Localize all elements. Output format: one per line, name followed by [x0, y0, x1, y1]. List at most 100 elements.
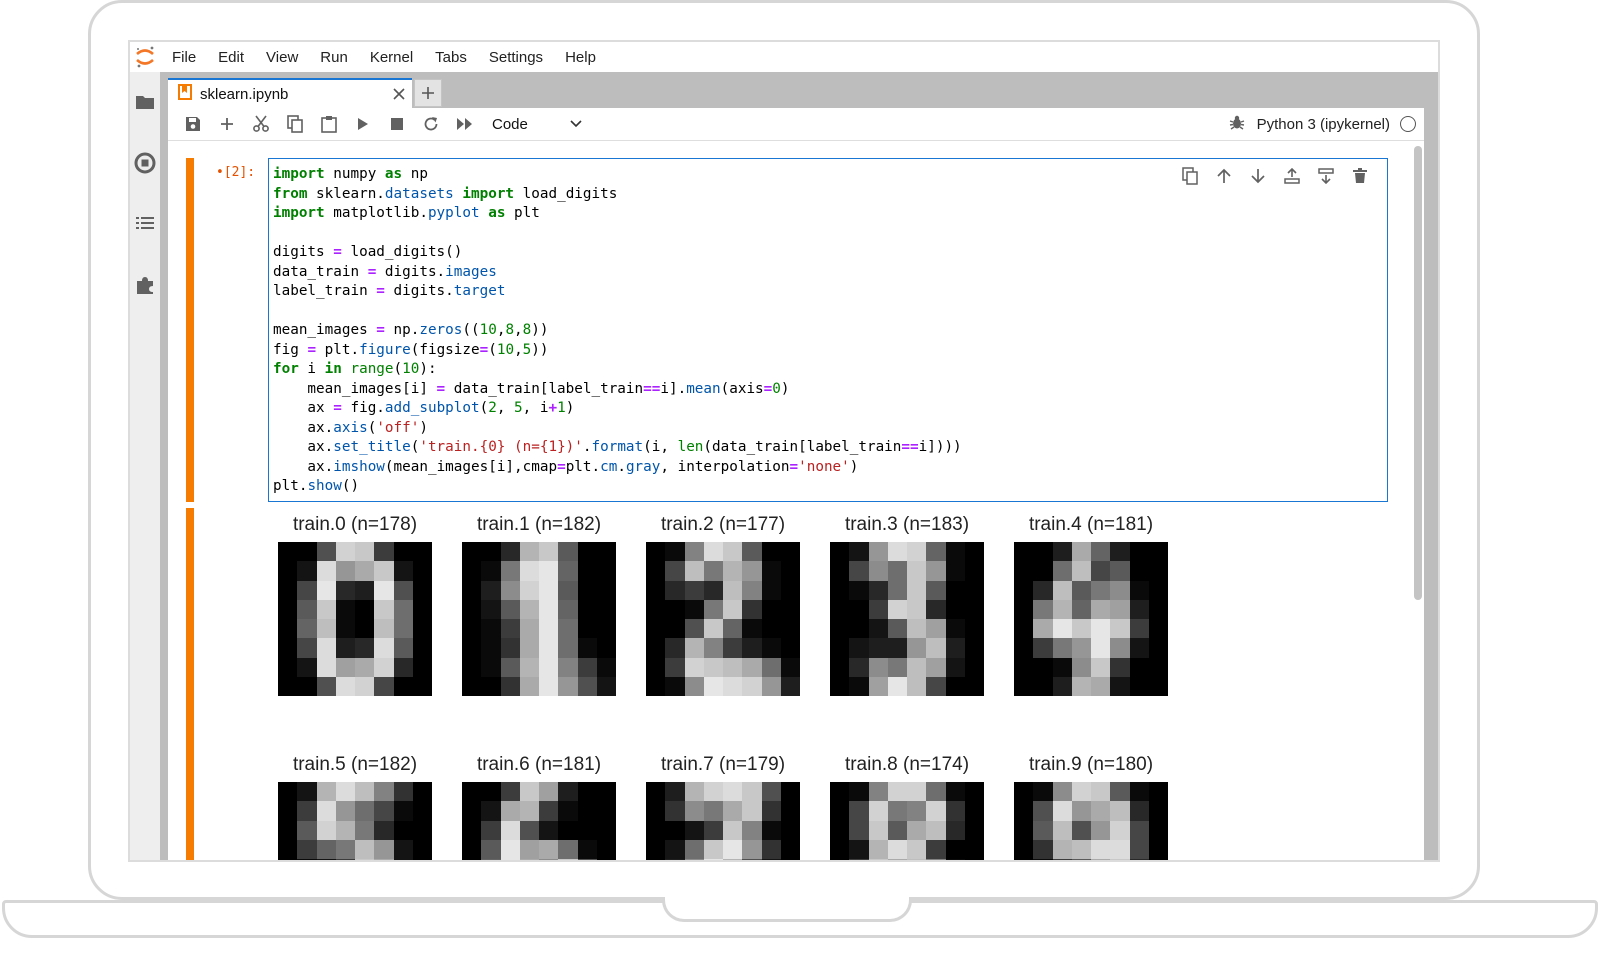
insert-cell-button[interactable] [210, 110, 244, 138]
digit-pixel [481, 638, 501, 658]
notebook-toolbar: Code Python 3 (ipykernel) [168, 108, 1424, 141]
cell-type-dropdown[interactable]: Code [492, 116, 582, 133]
code-line: digits = load_digits() [273, 244, 463, 260]
digit-pixel [596, 820, 616, 840]
digit-pixel [1110, 542, 1130, 562]
digit-pixel [1014, 619, 1034, 639]
digit-pixel [1033, 599, 1053, 619]
digit-pixel [849, 580, 869, 600]
digit-pixel [761, 676, 781, 696]
interrupt-kernel-button[interactable] [380, 110, 414, 138]
digit-pixel [1129, 859, 1149, 860]
restart-run-all-button[interactable] [448, 110, 482, 138]
menu-settings[interactable]: Settings [489, 49, 543, 66]
code-editor[interactable]: import numpy as np from sklearn.datasets… [268, 158, 1388, 502]
digit-pixel [393, 859, 413, 860]
scrollbar-thumb[interactable] [1414, 146, 1422, 600]
digit-pixel [374, 676, 394, 696]
digit-pixel [742, 561, 762, 581]
digit-pixel [665, 657, 685, 677]
running-sessions-icon[interactable] [130, 148, 160, 178]
digit-pixel [558, 820, 578, 840]
kernel-name[interactable]: Python 3 (ipykernel) [1257, 116, 1390, 133]
digit-pixel [1091, 676, 1111, 696]
move-up-button[interactable] [1207, 163, 1241, 189]
digit-pixel [412, 820, 432, 840]
digit-pixel [1129, 638, 1149, 658]
delete-cell-button[interactable] [1343, 163, 1377, 189]
digit-pixel [780, 599, 800, 619]
digit-pixel [1091, 561, 1111, 581]
digit-pixel [558, 801, 578, 821]
copy-button[interactable] [278, 110, 312, 138]
paste-button[interactable] [312, 110, 346, 138]
digit-pixel [577, 619, 597, 639]
digit-pixel [393, 599, 413, 619]
menu-kernel[interactable]: Kernel [370, 49, 413, 66]
restart-kernel-button[interactable] [414, 110, 448, 138]
digit-pixel [374, 599, 394, 619]
digit-pixel [500, 542, 520, 562]
menu-file[interactable]: File [172, 49, 196, 66]
digit-pixel [926, 599, 946, 619]
digit-pixel [761, 839, 781, 859]
digit-pixel [297, 599, 317, 619]
digit-pixel [684, 580, 704, 600]
digit-pixel [684, 801, 704, 821]
digit-pixel [780, 638, 800, 658]
digit-pixel [1148, 801, 1168, 821]
digit-pixel [849, 839, 869, 859]
menu-run[interactable]: Run [320, 49, 348, 66]
digit-pixel [887, 619, 907, 639]
duplicate-cell-button[interactable] [1173, 163, 1207, 189]
menu-edit[interactable]: Edit [218, 49, 244, 66]
digit-subplot: train.4 (n=181) [1004, 512, 1178, 696]
tab-sklearn-notebook[interactable]: sklearn.ipynb [168, 78, 412, 108]
scrollbar[interactable] [1412, 146, 1422, 860]
digit-pixel [355, 839, 375, 859]
run-cell-button[interactable] [346, 110, 380, 138]
save-button[interactable] [176, 110, 210, 138]
mean-digit-image [278, 782, 432, 860]
new-tab-button[interactable] [414, 79, 442, 107]
input-collapser[interactable] [186, 158, 194, 502]
digit-pixel [868, 599, 888, 619]
insert-above-button[interactable] [1275, 163, 1309, 189]
digit-pixel [849, 801, 869, 821]
bug-icon[interactable] [1229, 114, 1245, 135]
cut-button[interactable] [244, 110, 278, 138]
digit-pixel [964, 619, 984, 639]
close-icon[interactable] [386, 88, 412, 100]
folder-icon[interactable] [130, 87, 160, 117]
digit-pixel [868, 619, 888, 639]
menu-tabs[interactable]: Tabs [435, 49, 467, 66]
digit-pixel [945, 619, 965, 639]
digit-pixel [1148, 782, 1168, 802]
digit-pixel [412, 676, 432, 696]
digit-pixel [297, 580, 317, 600]
move-down-button[interactable] [1241, 163, 1275, 189]
insert-below-button[interactable] [1309, 163, 1343, 189]
digit-pixel [868, 561, 888, 581]
menu-help[interactable]: Help [565, 49, 596, 66]
digit-subplot: train.8 (n=174) [820, 752, 994, 860]
digit-pixel [539, 801, 559, 821]
digit-pixel [1014, 859, 1034, 860]
menu-view[interactable]: View [266, 49, 298, 66]
digit-pixel [830, 820, 850, 840]
output-collapser[interactable] [186, 508, 194, 860]
digit-pixel [723, 657, 743, 677]
extensions-icon[interactable] [130, 270, 160, 300]
digit-pixel [519, 638, 539, 658]
digit-pixel [1110, 580, 1130, 600]
table-of-contents-icon[interactable] [130, 209, 160, 239]
digit-pixel [558, 782, 578, 802]
stop-icon [391, 118, 403, 130]
digit-pixel [926, 619, 946, 639]
digit-pixel [926, 859, 946, 860]
code-block[interactable]: import numpy as np from sklearn.datasets… [273, 165, 962, 497]
digit-pixel [1033, 542, 1053, 562]
jupyter-logo-icon [130, 42, 160, 72]
digit-pixel [393, 542, 413, 562]
mean-digit-image [830, 782, 984, 860]
